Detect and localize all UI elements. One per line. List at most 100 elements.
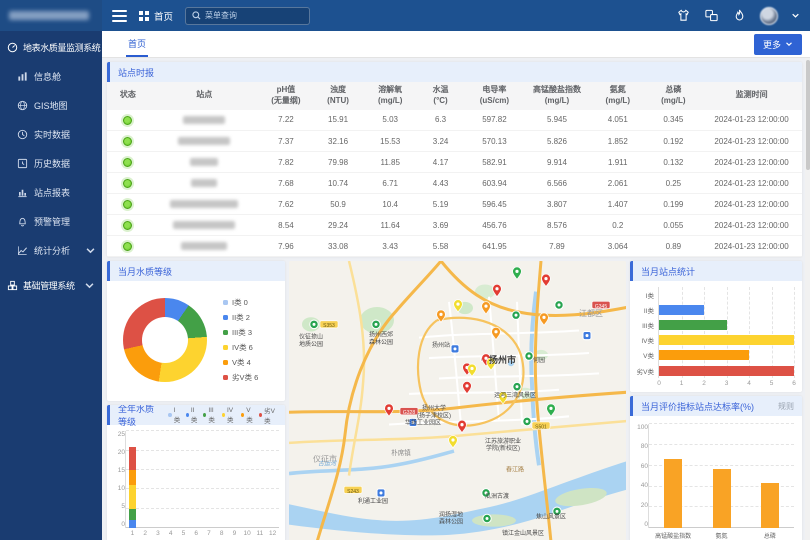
cell-value: 4.43 (416, 173, 465, 194)
legend-item[interactable]: V类 4 (223, 357, 258, 368)
sidebar-item-realtime-data[interactable]: 实时数据 (0, 120, 102, 149)
cell-value: 6.3 (416, 110, 465, 131)
cell-value: 33.08 (312, 236, 364, 257)
park-poi-icon (483, 514, 491, 523)
legend-item[interactable]: V类 (241, 407, 254, 424)
table-row[interactable]: 7.6250.910.45.19596.453.8071.4070.199202… (107, 194, 802, 215)
legend-item[interactable]: III类 3 (223, 327, 258, 338)
theme-shirt-icon[interactable] (676, 8, 691, 23)
table-row[interactable]: 7.8279.9811.854.17582.919.9141.9110.1322… (107, 152, 802, 173)
x-tick: 4 (747, 378, 751, 387)
legend-item[interactable]: III类 (203, 407, 217, 424)
column-header: 总磷(mg/L) (646, 82, 702, 110)
sidebar-item-alert-management[interactable]: 预警管理 (0, 207, 102, 236)
legend-label: II类 2 (232, 312, 250, 323)
legend-item[interactable]: II类 (186, 407, 199, 424)
gridline (704, 287, 705, 378)
cell-value: 596.45 (465, 194, 524, 215)
y-tick: 20 (111, 449, 125, 456)
tab-home[interactable]: 首页 (126, 31, 148, 57)
bar[interactable] (659, 350, 749, 360)
station-table: 状态站点pH值(无量纲)浊度(NTU)溶解氧(mg/L)水温(°C)电导率(uS… (107, 82, 802, 257)
legend-item[interactable]: II类 2 (223, 312, 258, 323)
map-label-poi: 江苏旅游职业学院(新校区) (485, 437, 521, 452)
sidebar-item-station-report[interactable]: 站点报表 (0, 178, 102, 207)
gridline (126, 508, 279, 509)
column-unit: (mg/L) (647, 96, 701, 107)
more-button[interactable]: 更多 (754, 34, 802, 55)
table-row[interactable]: 7.9633.083.435.58641.957.893.0640.892024… (107, 236, 802, 257)
station-name-redacted (190, 158, 218, 166)
cell-value: 0.345 (646, 110, 702, 131)
legend-item[interactable]: IV类 (222, 407, 236, 424)
sidebar-item-history-data[interactable]: 历史数据 (0, 149, 102, 178)
bar[interactable] (659, 366, 794, 376)
legend-item[interactable]: 劣V类 6 (223, 372, 258, 383)
globe-icon (17, 100, 28, 111)
dashboard-content: 站点时报 状态站点pH值(无量纲)浊度(NTU)溶解氧(mg/L)水温(°C)电… (102, 58, 810, 540)
panel-title: 当月水质等级 (118, 265, 172, 278)
app-root: 地表水质量监测系统 信息舱 GIS地图 实时数据 历史数据 站点报表 预警管理 (0, 0, 810, 540)
sidebar-base-label: 基础管理系统 (23, 279, 79, 292)
menu-toggle-icon[interactable] (112, 10, 127, 22)
cell-value: 1.911 (590, 152, 646, 173)
bar[interactable] (761, 483, 779, 528)
bar[interactable] (659, 320, 727, 330)
user-avatar[interactable] (760, 7, 778, 25)
status-dot-green (123, 116, 132, 125)
map-label-city: 扬州市 (489, 354, 516, 365)
x-tick: 9 (228, 528, 241, 537)
sidebar-item-gis-map[interactable]: GIS地图 (0, 91, 102, 120)
y-category: V类 (634, 348, 654, 363)
station-map[interactable]: G345S353G328S501S243 扬州市江都区仪征市扬州西郊森林公园仪征… (289, 261, 626, 540)
y-tick: 0 (111, 521, 125, 528)
legend-item[interactable]: IV类 6 (223, 342, 258, 353)
grid-icon (139, 11, 149, 21)
x-tick: 1 (680, 378, 684, 387)
user-menu-chevron-icon[interactable] (791, 11, 800, 20)
legend-label: V类 4 (232, 357, 251, 368)
road-badge-label: G328 (403, 410, 415, 416)
sidebar-system-label: 地表水质量监测系统 (23, 41, 100, 54)
column-unit: (mg/L) (591, 96, 645, 107)
rules-link[interactable]: 规则 (778, 401, 794, 412)
sidebar-section-system[interactable]: 地表水质量监测系统 (0, 31, 102, 62)
y-tick: 25 (111, 431, 125, 438)
donut-chart: I类 0 II类 2 III类 3 IV类 6 V类 4 劣V类 6 (107, 281, 285, 399)
column-label: 溶解氧 (365, 85, 415, 96)
topbar: 首页 菜单查询 (102, 0, 810, 31)
bar[interactable] (664, 459, 682, 528)
cell-value: 2024-01-23 12:00:00 (701, 152, 802, 173)
sidebar-item-statistics[interactable]: 统计分析 (0, 236, 102, 265)
left-charts-column: 当月水质等级 I类 0II类 2III类 3IV类 6V类 4劣V类 6 全年水… (107, 261, 285, 540)
column-label: pH值 (261, 85, 311, 96)
bar[interactable] (659, 335, 794, 345)
menu-search-input[interactable]: 菜单查询 (185, 7, 310, 25)
scrollbar[interactable] (805, 58, 810, 540)
layout-screens-icon[interactable] (704, 8, 719, 23)
legend-item[interactable]: 劣V类 (259, 405, 277, 425)
flame-icon[interactable] (732, 8, 747, 23)
legend-label: V类 (246, 407, 254, 424)
sidebar-item-label: 历史数据 (34, 157, 96, 170)
sidebar-item-info-hub[interactable]: 信息舱 (0, 62, 102, 91)
breadcrumb-home[interactable]: 首页 (139, 9, 173, 23)
y-category: IV类 (634, 333, 654, 348)
monthly-quality-card: 当月水质等级 I类 0 II类 2 III类 3 IV类 6 V类 4 劣V类 6 (107, 261, 285, 401)
table-row[interactable]: 8.5429.2411.643.69456.768.5760.20.055202… (107, 215, 802, 236)
table-row[interactable]: 7.2215.915.036.3597.825.9454.0510.345202… (107, 110, 802, 131)
bar[interactable] (659, 305, 704, 315)
table-row[interactable]: 7.3732.1615.533.24570.135.8261.8520.1922… (107, 131, 802, 152)
legend-item[interactable]: I类 (168, 407, 181, 424)
stacked-bar (129, 431, 136, 528)
table-row[interactable]: 7.6810.746.714.43603.946.5662.0610.25202… (107, 173, 802, 194)
panel-title: 当月评价指标站点达标率(%) (641, 400, 754, 413)
sidebar-section-base[interactable]: 基础管理系统 (0, 269, 102, 300)
cell-value: 7.68 (260, 173, 312, 194)
plot-area: 123456789101112 (125, 431, 279, 528)
bar[interactable] (713, 469, 731, 528)
legend-item[interactable]: I类 0 (223, 297, 258, 308)
column-header: 水温(°C) (416, 82, 465, 110)
scrollbar-thumb[interactable] (806, 60, 810, 170)
cell-value: 15.91 (312, 110, 364, 131)
